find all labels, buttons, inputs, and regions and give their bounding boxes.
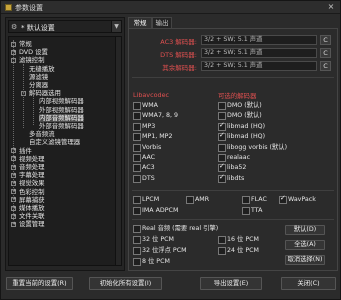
tree-item-video-proc[interactable]: 视频处理 [19,155,45,163]
pcm-checkbox[interactable]: 8 位 PCM [133,257,170,266]
libav-checkbox[interactable]: MP3 [133,122,155,131]
tree-item-settings-mgmt[interactable]: 设置管理 [19,220,45,228]
reset-current-button[interactable]: 重置当前的设置(R) [6,277,73,290]
tree-item-custom-filter[interactable]: 自定义滤镜管理器 [29,138,80,146]
misc-codec-checkbox[interactable]: WavPack [279,194,316,204]
misc-codec-checkbox[interactable]: IMA ADPCM [133,206,178,215]
tree-item-internal-audio[interactable]: 内部音频解码器 [39,113,84,122]
tree-item-audio-proc[interactable]: 音频处理 [19,163,45,171]
separator [132,190,334,191]
dts-config-button[interactable]: C [320,48,331,58]
tree-item-internal-video[interactable]: 内部视频解码器 [39,97,84,105]
dts-decoder-select[interactable]: 3/2 + SW; 5.1 声道 [201,48,317,58]
tree-item-splitter[interactable]: 分离器 [29,81,48,89]
dts-decoder-label: DTS 解码器: [160,51,197,59]
tree-item-media-play[interactable]: 媒体播放 [19,204,45,212]
ac3-decoder-label: AC3 解码器: [160,38,197,46]
optional-decoder-checkbox[interactable]: liba52 [218,162,246,173]
tree-item-seamless[interactable]: 无缝播放 [29,65,55,73]
separator [132,219,334,220]
select-all-button[interactable]: 全选(A) [285,240,325,250]
other-decoder-label: 其余解码器: [162,64,197,72]
profile-selector[interactable]: ⚙ * 默认设置 ▼ [8,20,122,33]
tree-item-external-audio[interactable]: 外部音频解码器 [39,122,84,130]
tree-item-subtitle-proc[interactable]: 字幕处理 [19,171,45,179]
optional-decoder-checkbox[interactable]: libmad (HQ) [218,121,265,131]
libavcodec-header: Libavcodec [133,91,170,99]
tree-item-visual-fx[interactable]: 视觉效果 [19,179,45,187]
optional-decoder-checkbox[interactable]: DMO (默认) [218,101,262,110]
expand-icon[interactable]: + [11,221,16,227]
optional-decoder-checkbox[interactable]: realaac [218,153,250,162]
tree-scrollbar[interactable] [115,37,121,265]
ac3-config-button[interactable]: C [320,35,331,45]
tree-item-file-assoc[interactable]: 文件关联 [19,212,45,220]
tree-item-color-ctrl[interactable]: 色彩控制 [19,188,45,196]
tree-item-plugins[interactable]: 插件 [19,147,32,155]
close-button[interactable]: 关闭(C) [281,277,336,290]
default-button[interactable]: 默认(D) [285,225,325,235]
tree-connector [23,64,24,128]
left-pane: ⚙ * 默认设置 ▼ - 常规 + DVD 设置 - 滤镜控制 无缝播放 源滤镜 分离器 - 解码器… [5,17,125,271]
libav-checkbox[interactable]: Vorbis [133,143,161,152]
libav-checkbox[interactable]: MP1, MP2 [133,132,172,142]
tree-item-dvd[interactable]: DVD 设置 [19,48,48,56]
settings-window: 参数设置 × ⚙ * 默认设置 ▼ - 常规 + DVD 设置 - 滤镜控制 无缝播放 源滤镜… [0,0,341,300]
other-decoder-select[interactable]: 3/2 + SW; 5.1 声道 [201,61,317,71]
libav-checkbox[interactable]: AC3 [133,163,155,173]
pcm-checkbox[interactable]: 24 位 PCM [218,246,259,255]
libav-checkbox[interactable]: DTS [133,174,155,183]
pcm-checkbox[interactable]: Real 音频 (需要 real 引擎) [133,224,218,233]
pcm-checkbox[interactable]: 32 位浮点 PCM [133,246,187,255]
title-bar: 参数设置 × [1,1,340,14]
misc-codec-checkbox[interactable]: AMR [186,195,209,204]
settings-panel: Libavcodec 可选的解码器 AC3 解码器: 3/2 + SW; 5.1 … [128,28,338,271]
ac3-decoder-select[interactable]: 3/2 + SW; 5.1 声道 [201,35,317,45]
right-pane: 常规 输出 Libavcodec 可选的解码器 AC3 解码器: 3/2 + SW… [128,17,338,271]
tree-connector [33,89,34,125]
close-icon[interactable]: × [326,2,336,12]
optional-decoder-checkbox[interactable]: libdts [218,173,244,183]
chevron-down-icon[interactable]: ▼ [111,21,121,32]
tree-item-multi-audio[interactable]: 多音频流 [29,130,55,138]
tree-item-external-video[interactable]: 外部视频解码器 [39,106,84,114]
separator [132,77,334,78]
libav-checkbox[interactable]: WMA7, 8, 9 [133,111,178,121]
misc-codec-checkbox[interactable]: LPCM [133,195,159,204]
optional-decoder-checkbox[interactable]: DMO (默认) [218,111,262,121]
pcm-checkbox[interactable]: 16 位 PCM [218,235,259,244]
tree-item-screen-capture[interactable]: 屏幕捕获 [19,196,45,204]
other-config-button[interactable]: C [320,61,331,71]
misc-codec-checkbox[interactable]: TTA [242,206,262,215]
tree-connector [13,40,14,220]
pcm-checkbox[interactable]: 32 位 PCM [133,235,174,244]
tree-item-general[interactable]: 常规 [19,40,32,48]
window-title: 参数设置 [15,4,43,12]
libav-checkbox[interactable]: WMA [133,101,158,110]
deselect-button[interactable]: 取消选择(N) [285,255,325,265]
init-all-button[interactable]: 初始化所有设置(I) [89,277,162,290]
settings-tree: - 常规 + DVD 设置 - 滤镜控制 无缝播放 源滤镜 分离器 - 解码器选用 内部视频解码器 外部… [8,36,122,266]
misc-codec-checkbox[interactable]: FLAC [242,195,267,204]
gear-icon: ⚙ [11,23,18,31]
optional-decoders-header: 可选的解码器 [218,92,257,100]
tree-item-source-filter[interactable]: 源滤镜 [29,73,48,81]
app-icon [5,4,12,11]
optional-decoder-checkbox[interactable]: libogg vorbis (默认) [218,143,287,152]
export-settings-button[interactable]: 导出设置(E) [200,277,262,290]
optional-decoder-checkbox[interactable]: libmad (HQ) [218,131,265,142]
profile-value: * 默认设置 [21,24,55,32]
libav-checkbox[interactable]: AAC [133,153,155,162]
